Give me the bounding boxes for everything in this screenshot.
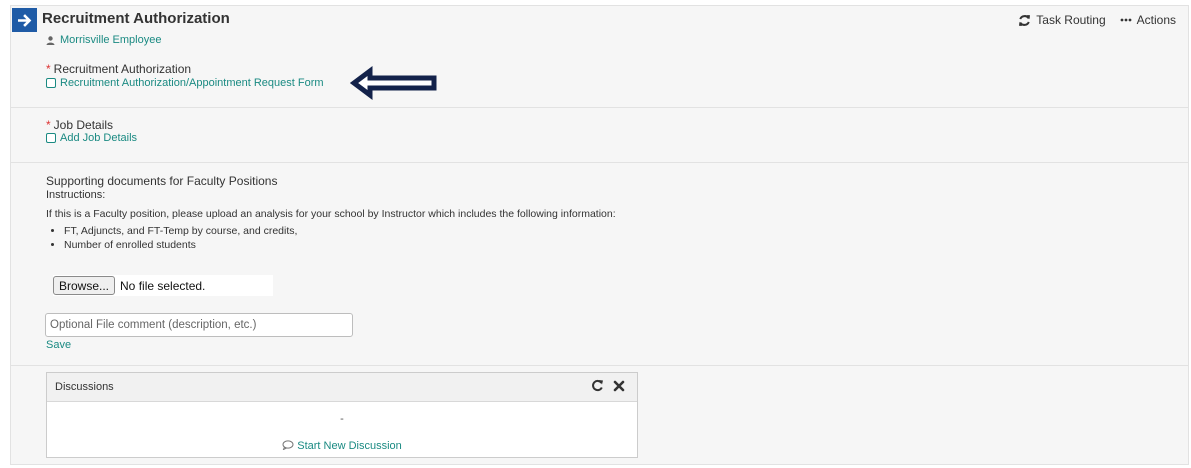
file-comment-input[interactable] (45, 313, 353, 337)
task-routing-button[interactable]: Task Routing (1018, 13, 1106, 27)
user-icon (46, 35, 55, 45)
arrow-right-icon (17, 13, 31, 27)
ellipsis-icon (1120, 18, 1132, 22)
job-section-label: * Job Details (46, 118, 113, 132)
annotation-arrow-icon (350, 66, 437, 100)
recruitment-form-link[interactable]: Recruitment Authorization/Appointment Re… (46, 77, 324, 89)
toolbar: Task Routing Actions (1018, 13, 1176, 27)
required-marker: * (46, 62, 51, 76)
task-routing-label: Task Routing (1036, 13, 1106, 27)
discussions-title: Discussions (55, 381, 114, 393)
file-upload: Browse... No file selected. (53, 275, 273, 296)
form-checkbox-icon (46, 133, 56, 143)
open-task-button[interactable] (12, 8, 37, 32)
list-item: FT, Adjuncts, and FT-Temp by course, and… (64, 224, 297, 238)
list-item: Number of enrolled students (64, 238, 297, 252)
page-title: Recruitment Authorization (42, 10, 230, 27)
comment-icon (282, 440, 294, 451)
owner-link[interactable]: Morrisville Employee (46, 34, 161, 46)
section-divider (10, 162, 1189, 163)
add-job-details-text: Add Job Details (60, 132, 138, 144)
discussions-empty: - (340, 413, 344, 425)
recruitment-form-link-text: Recruitment Authorization/Appointment Re… (60, 77, 324, 89)
start-discussion-text: Start New Discussion (297, 440, 402, 452)
required-marker: * (46, 118, 51, 132)
browse-button[interactable]: Browse... (53, 276, 116, 295)
discussions-header: Discussions (47, 373, 637, 402)
save-link[interactable]: Save (46, 339, 71, 351)
form-checkbox-icon (46, 78, 56, 88)
recruitment-section-label: * Recruitment Authorization (46, 62, 191, 76)
discussions-controls (591, 379, 625, 392)
recruitment-label-text: Recruitment Authorization (53, 62, 192, 76)
section-divider (10, 107, 1189, 108)
instructions-label: Instructions: (46, 189, 106, 201)
instructions-text: If this is a Faculty position, please up… (46, 208, 616, 220)
owner-name: Morrisville Employee (60, 34, 162, 46)
instructions-list: FT, Adjuncts, and FT-Temp by course, and… (52, 224, 297, 252)
close-icon[interactable] (613, 380, 625, 392)
refresh-icon[interactable] (591, 379, 604, 392)
job-label-text: Job Details (53, 118, 114, 132)
actions-menu-button[interactable]: Actions (1120, 13, 1176, 27)
discussions-panel: Discussions - Start New Discussion (46, 372, 638, 458)
supporting-docs-label: Supporting documents for Faculty Positio… (46, 174, 278, 188)
add-job-details-link[interactable]: Add Job Details (46, 132, 137, 144)
actions-label: Actions (1136, 13, 1176, 27)
file-status: No file selected. (120, 278, 206, 293)
section-divider (10, 365, 1189, 366)
start-discussion-link[interactable]: Start New Discussion (47, 440, 637, 452)
refresh-icon (1019, 14, 1031, 26)
